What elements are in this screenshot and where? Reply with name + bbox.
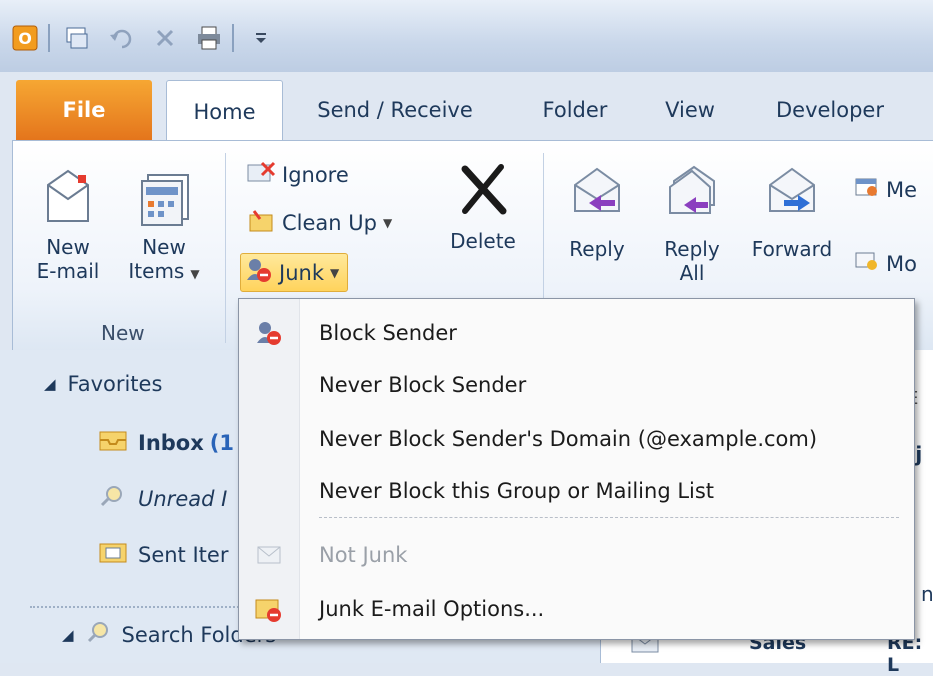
forward-icon — [740, 163, 844, 237]
folder-sent[interactable]: Sent Iter — [98, 540, 228, 569]
menu-item-never-block-sender[interactable]: Never Block Sender — [239, 359, 914, 411]
clean-up-button[interactable]: Clean Up ▼ — [246, 207, 392, 238]
ignore-icon — [246, 159, 276, 190]
reply-all-label-1: Reply — [664, 237, 720, 261]
never-block-domain-label: Never Block Sender's Domain (@example.co… — [319, 427, 818, 451]
meeting-button[interactable]: Me — [854, 175, 917, 204]
chevron-down-icon: ▼ — [190, 267, 200, 281]
new-items-label-1: New — [142, 235, 186, 259]
folder-inbox[interactable]: Inbox (1 — [98, 428, 234, 457]
more-button[interactable]: Mo — [854, 249, 917, 278]
delete-icon[interactable] — [152, 25, 178, 51]
new-items-label-2: Items ▼ — [128, 259, 200, 283]
not-junk-icon — [253, 539, 285, 571]
delete-label: Delete — [450, 229, 516, 253]
chevron-down-icon: ▼ — [382, 215, 393, 230]
menu-item-junk-options[interactable]: Junk E-mail Options... — [239, 583, 914, 635]
block-sender-icon — [253, 317, 285, 349]
sent-label: Sent Iter — [138, 542, 229, 567]
delete-button[interactable]: Delete — [438, 159, 528, 253]
svg-text:O: O — [18, 29, 32, 48]
reply-all-button[interactable]: Reply All — [652, 163, 732, 285]
menu-item-never-block-group[interactable]: Never Block this Group or Mailing List — [239, 465, 914, 517]
junk-dropdown-menu: Block Sender Never Block Sender Never Bl… — [238, 298, 915, 640]
forward-label: Forward — [751, 237, 833, 261]
menu-item-block-sender[interactable]: Block Sender — [239, 307, 914, 359]
forward-button[interactable]: Forward — [740, 163, 844, 261]
message-partial-text: n — [921, 582, 933, 606]
never-block-sender-label: Never Block Sender — [319, 373, 527, 397]
menu-separator — [319, 517, 899, 518]
group-separator — [225, 153, 226, 343]
reply-icon — [554, 163, 640, 237]
clean-up-label: Clean Up — [282, 210, 377, 235]
junk-options-icon — [253, 593, 285, 625]
not-junk-label: Not Junk — [319, 543, 408, 567]
ignore-button[interactable]: Ignore — [246, 159, 349, 190]
folder-unread[interactable]: Unread I — [98, 484, 227, 513]
reply-all-icon — [652, 163, 732, 237]
search-folders-icon — [86, 620, 112, 649]
more-icon — [854, 249, 880, 278]
new-email-label-1: New — [46, 235, 90, 259]
collapse-triangle-icon: ◢ — [44, 375, 56, 393]
tab-file[interactable]: File — [16, 80, 152, 140]
new-items-icon — [119, 165, 209, 235]
favorites-label: Favorites — [67, 372, 163, 396]
group-new: New E-mail New Items ▼ New — [13, 141, 223, 351]
tab-developer[interactable]: Developer — [760, 80, 900, 140]
collapse-triangle-icon: ◢ — [62, 625, 74, 644]
tab-send-receive[interactable]: Send / Receive — [300, 80, 490, 140]
inbox-count: (1 — [209, 430, 234, 455]
tab-folder[interactable]: Folder — [525, 80, 625, 140]
junk-button[interactable]: Junk ▼ — [240, 253, 349, 292]
new-email-label-2: E-mail — [36, 259, 100, 283]
reply-button[interactable]: Reply — [554, 163, 640, 261]
new-email-icon — [33, 165, 103, 235]
tab-home[interactable]: Home — [166, 80, 283, 142]
new-items-button[interactable]: New Items ▼ — [119, 165, 209, 283]
reply-label: Reply — [569, 237, 625, 261]
customize-icon[interactable] — [248, 25, 274, 51]
inbox-label: Inbox — [138, 430, 204, 455]
unread-label: Unread I — [138, 486, 228, 511]
undo-icon[interactable] — [108, 25, 134, 51]
meeting-label: Me — [886, 177, 918, 202]
outlook-logo-icon[interactable]: O — [12, 25, 38, 51]
junk-label: Junk — [279, 260, 324, 285]
search-folder-icon — [98, 484, 126, 513]
toolbar-separator-2 — [232, 24, 234, 52]
meeting-icon — [854, 175, 880, 204]
toolbar-separator — [48, 24, 50, 52]
menu-item-not-junk[interactable]: Not Junk — [239, 529, 914, 581]
never-block-group-label: Never Block this Group or Mailing List — [319, 479, 715, 503]
sent-folder-icon — [98, 540, 128, 569]
reply-all-label-2: All — [679, 261, 705, 285]
quick-access-toolbar: O — [12, 24, 292, 52]
ribbon-tabs: File Home Send / Receive Folder View Dev… — [0, 80, 933, 142]
favorites-header[interactable]: ◢ Favorites — [44, 372, 162, 396]
more-label: Mo — [886, 251, 917, 276]
junk-options-label: Junk E-mail Options... — [319, 597, 545, 621]
inbox-folder-icon — [98, 428, 128, 457]
title-bar: O — [0, 0, 933, 72]
block-sender-label: Block Sender — [319, 321, 457, 345]
clean-up-icon — [246, 207, 276, 238]
print-icon[interactable] — [196, 25, 222, 51]
chevron-down-icon: ▼ — [329, 265, 340, 280]
ignore-label: Ignore — [282, 162, 349, 187]
tab-view[interactable]: View — [650, 80, 730, 140]
delete-x-icon — [438, 159, 528, 229]
junk-icon — [245, 256, 273, 289]
send-receive-icon[interactable] — [64, 25, 90, 51]
new-email-button[interactable]: New E-mail — [33, 165, 103, 283]
menu-item-never-block-domain[interactable]: Never Block Sender's Domain (@example.co… — [239, 413, 914, 465]
group-new-label: New — [101, 321, 145, 345]
